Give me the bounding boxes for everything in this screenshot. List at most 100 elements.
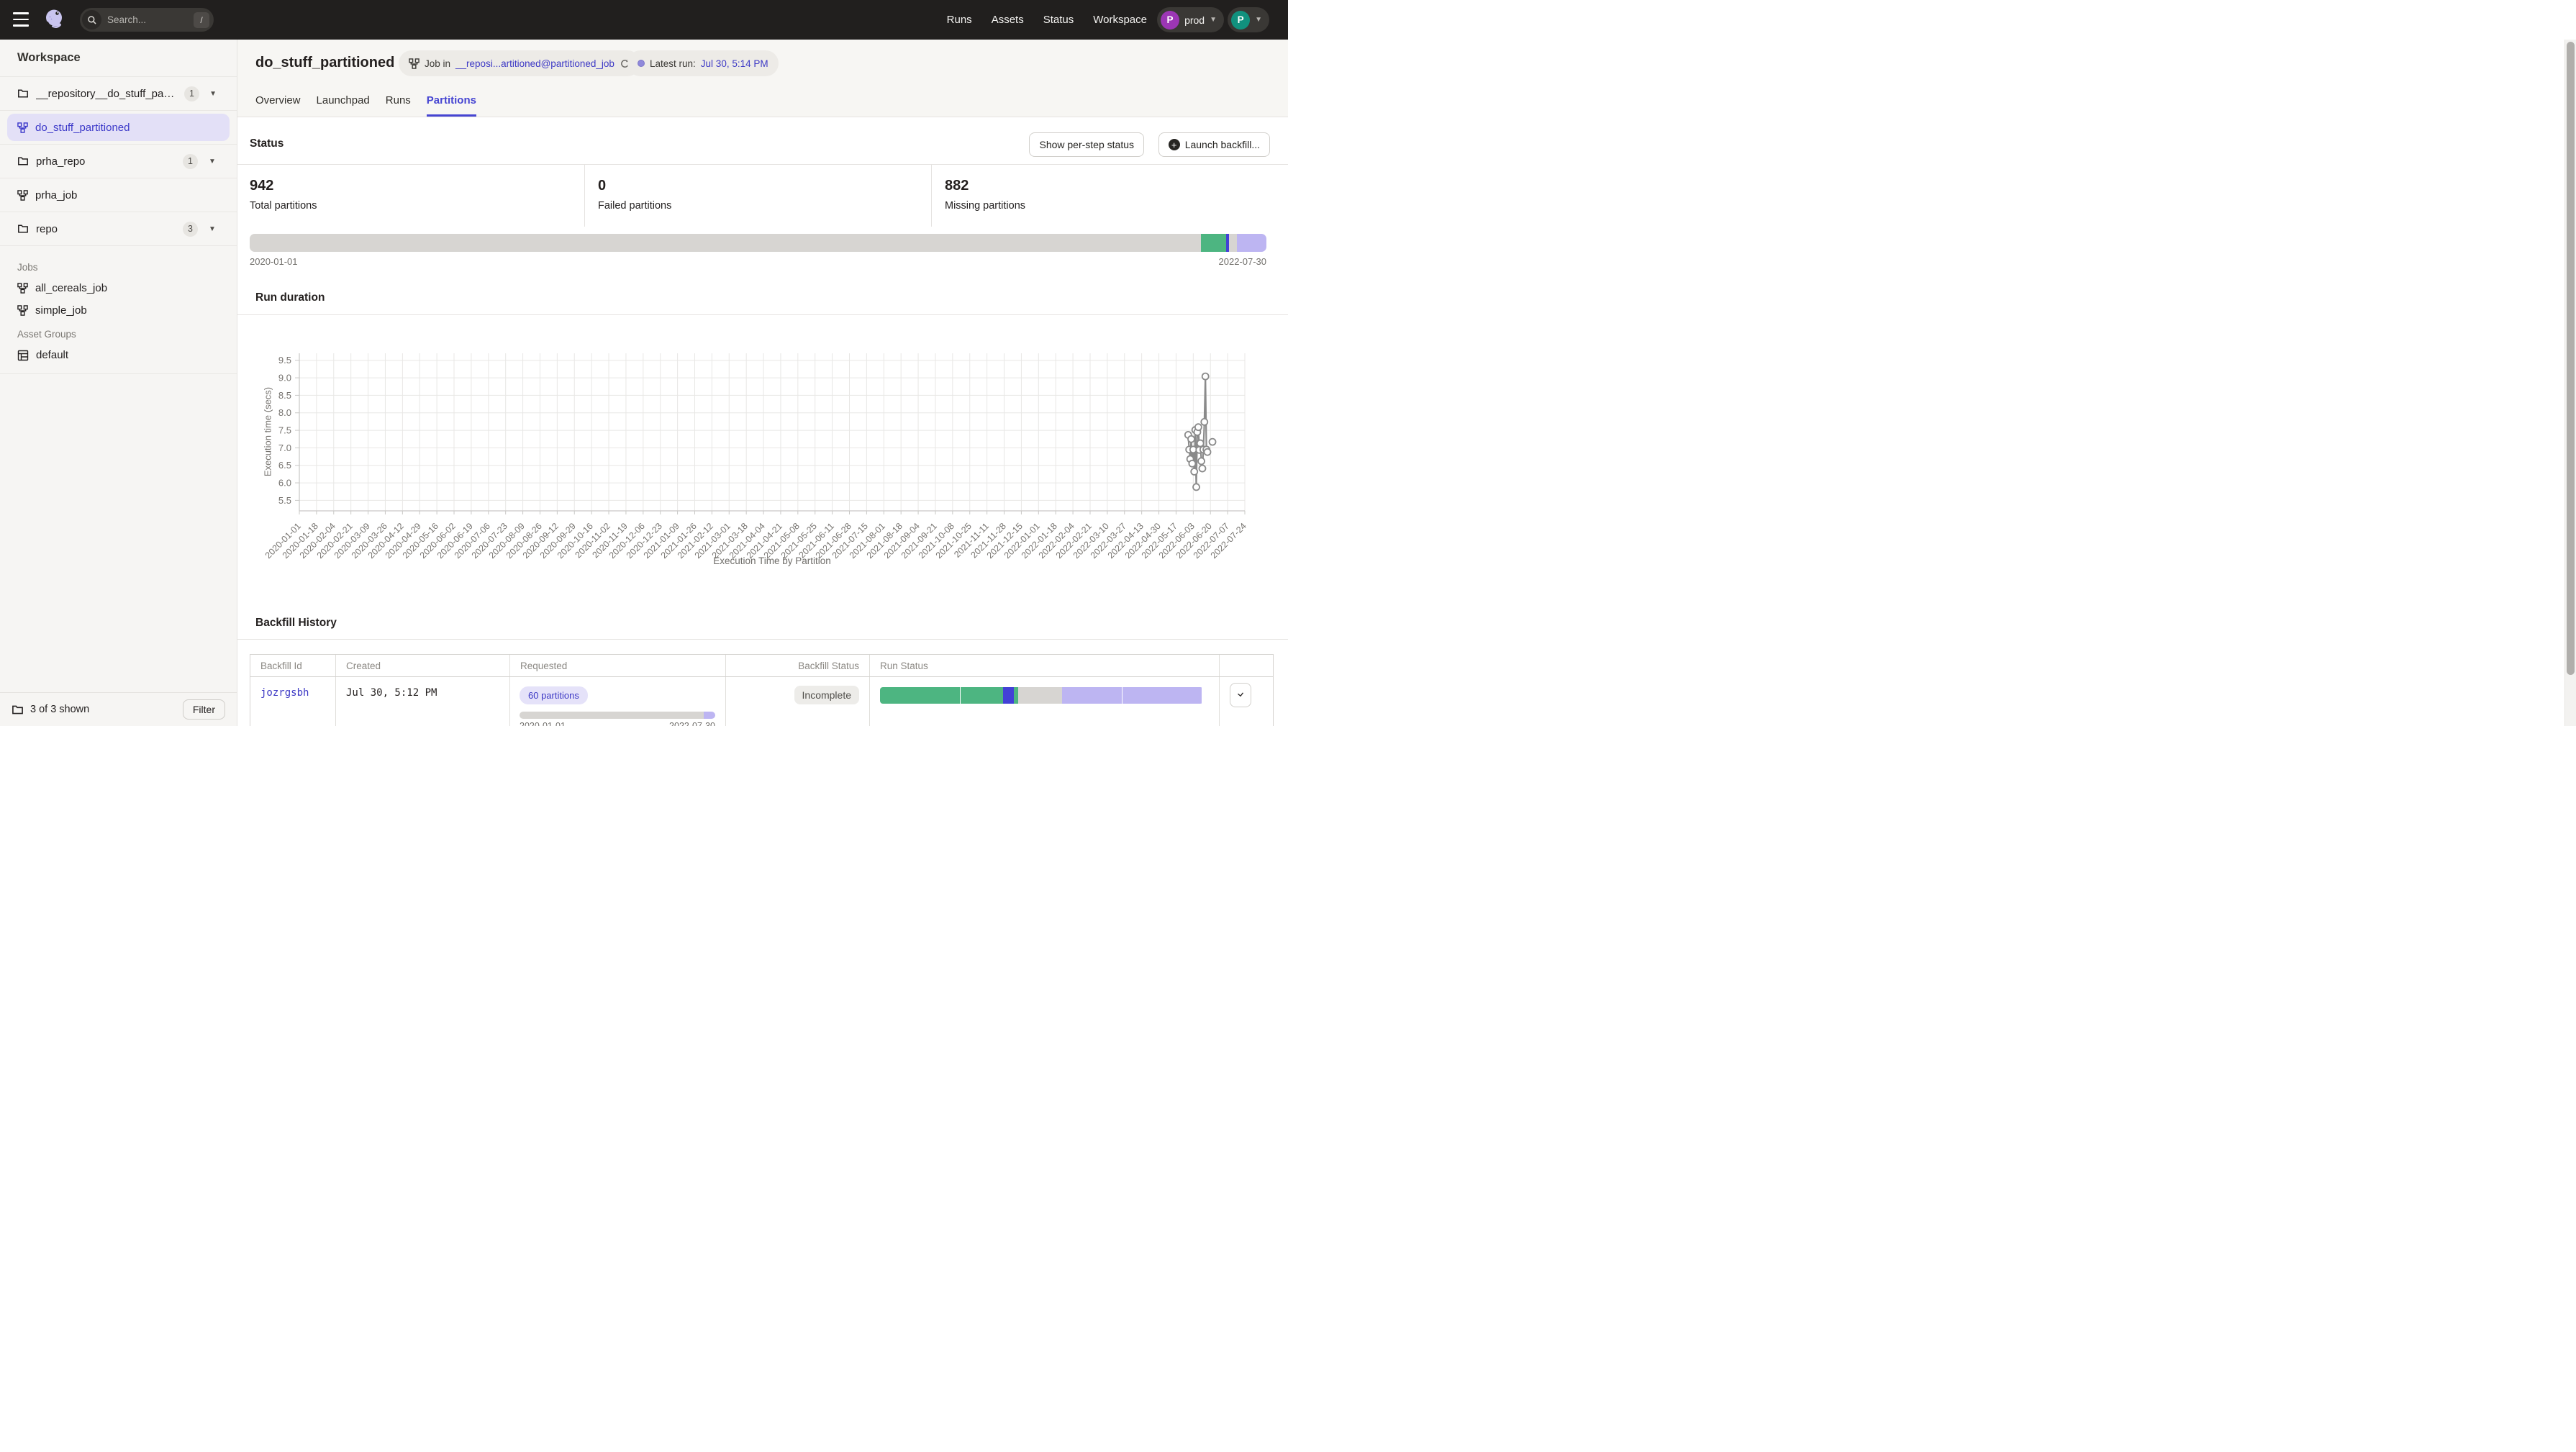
plus-icon: + — [1169, 139, 1180, 150]
sidebar-item-repository-do-stuff-partitio[interactable]: __repository__do_stuff_partitio...1▼ — [0, 77, 237, 111]
bar-segment — [1229, 234, 1237, 252]
asset-group-icon — [17, 350, 29, 361]
launch-backfill-button[interactable]: + Launch backfill... — [1158, 132, 1270, 157]
tab-launchpad[interactable]: Launchpad — [317, 88, 370, 117]
column-header-backfill-id: Backfill Id — [250, 655, 336, 676]
run-duration-title: Run duration — [255, 291, 325, 304]
backfill-id-link[interactable]: jozrgsbh — [250, 677, 336, 726]
bar-segment — [1201, 234, 1226, 252]
svg-text:8.0: 8.0 — [278, 407, 291, 418]
column-header-created: Created — [336, 655, 510, 676]
partition-bar-dates: 2020-01-01 2022-07-30 — [250, 256, 1266, 267]
bar-segment — [520, 712, 704, 719]
job-origin-link[interactable]: __reposi...artitioned@partitioned_job — [455, 58, 614, 69]
backfill-history-table: Backfill IdCreatedRequestedBackfill Stat… — [250, 654, 1274, 726]
expand-row-button[interactable] — [1230, 683, 1251, 707]
job-tabs: Overview Launchpad Runs Partitions — [255, 88, 476, 117]
top-navbar: / Runs Assets Status Workspace P prod ▼ P ▼ — [0, 0, 1288, 40]
job-icon — [17, 283, 28, 294]
sidebar-item-repo[interactable]: repo 3 ▼ — [0, 212, 237, 246]
sidebar-item-prha-job[interactable]: prha_job — [0, 178, 237, 212]
svg-text:6.5: 6.5 — [278, 460, 291, 471]
deployment-switcher[interactable]: P prod ▼ — [1157, 7, 1224, 32]
sidebar-item-inner: prha_job — [7, 181, 230, 209]
sidebar-item-label: all_cereals_job — [35, 282, 107, 294]
stat-value: 882 — [945, 178, 1288, 194]
sidebar-item-do-stuff-partitioned[interactable]: do_stuff_partitioned — [0, 111, 237, 145]
sidebar-item-label: __repository__do_stuff_partitio... — [36, 88, 177, 100]
hamburger-menu-icon[interactable] — [13, 12, 29, 27]
sidebar-item-label: prha_repo — [36, 155, 85, 168]
svg-text:7.0: 7.0 — [278, 443, 291, 453]
show-per-step-status-button[interactable]: Show per-step status — [1029, 132, 1144, 157]
page-scrollbar[interactable] — [2564, 40, 2576, 726]
sidebar-item-inner: repo 3 ▼ — [7, 215, 230, 242]
folder-icon — [17, 88, 29, 99]
repo-list: __repository__do_stuff_partitio...1▼do_s… — [0, 77, 237, 246]
chevron-down-icon[interactable]: ▼ — [205, 158, 219, 165]
sidebar-item-label: default — [36, 349, 68, 361]
chart-caption: Execution Time by Partition — [299, 555, 1245, 566]
backfill-requested-cell: 60 partitions 2020-01-01 2022-07-30 — [510, 677, 726, 726]
filter-button[interactable]: Filter — [183, 699, 225, 720]
sidebar-footer: 3 of 3 shown Filter — [0, 692, 237, 726]
tab-partitions[interactable]: Partitions — [427, 88, 476, 117]
chevron-down-icon: ▼ — [1210, 16, 1217, 24]
run-duration-chart: Execution time (secs) 5.56.06.57.07.58.0… — [237, 324, 1288, 574]
global-search[interactable]: / — [80, 8, 214, 32]
job-icon — [17, 305, 28, 316]
item-count-badge: 3 — [183, 222, 198, 237]
sidebar-item-all-cereals-job[interactable]: all_cereals_job — [0, 277, 237, 299]
dagster-logo-icon[interactable] — [43, 8, 66, 31]
run-status-dot-icon — [638, 60, 645, 67]
partition-status-bar[interactable] — [250, 234, 1266, 252]
stat-value: 942 — [250, 178, 584, 194]
chevron-down-icon[interactable]: ▼ — [205, 225, 219, 233]
job-icon — [17, 190, 28, 201]
job-origin-prefix: Job in — [425, 58, 450, 69]
latest-run-pill: Latest run: Jul 30, 5:14 PM — [627, 50, 779, 76]
partition-stats: 942Total partitions0Failed partitions882… — [237, 165, 1288, 227]
stat-value: 0 — [598, 178, 931, 194]
bar-segment — [960, 687, 1003, 704]
bar-segment — [1122, 687, 1202, 704]
folder-icon — [17, 223, 29, 235]
sidebar-item-prha-repo[interactable]: prha_repo 1 ▼ — [0, 145, 237, 178]
sidebar-sections: Jobsall_cereals_jobsimple_jobAsset Group… — [0, 246, 237, 374]
chevron-down-icon — [1235, 690, 1246, 700]
sidebar-item-default[interactable]: default — [0, 344, 237, 366]
backfill-history-title: Backfill History — [255, 617, 337, 630]
stat-label: Missing partitions — [945, 200, 1288, 212]
nav-link-status[interactable]: Status — [1043, 14, 1074, 26]
job-icon — [409, 58, 419, 69]
sidebar-item-label: repo — [36, 223, 58, 235]
search-input[interactable] — [106, 14, 172, 26]
sidebar-item-simple-job[interactable]: simple_job — [0, 299, 237, 322]
tab-runs[interactable]: Runs — [386, 88, 411, 117]
stat-failed-partitions: 0Failed partitions — [585, 165, 932, 227]
tab-overview[interactable]: Overview — [255, 88, 301, 117]
nav-link-assets[interactable]: Assets — [992, 14, 1024, 26]
latest-run-link[interactable]: Jul 30, 5:14 PM — [701, 58, 768, 69]
run-status-bar[interactable] — [880, 687, 1203, 704]
bar-segment — [1062, 687, 1122, 704]
partition-end-date: 2022-07-30 — [1219, 256, 1267, 267]
column-header-requested: Requested — [510, 655, 726, 676]
chevron-down-icon[interactable]: ▼ — [207, 90, 219, 98]
requested-partitions-badge[interactable]: 60 partitions — [520, 686, 588, 704]
nav-link-runs[interactable]: Runs — [947, 14, 972, 26]
sidebar-item-label: do_stuff_partitioned — [35, 122, 130, 134]
bar-segment — [880, 687, 960, 704]
deployment-avatar: P — [1161, 11, 1179, 30]
folder-icon — [17, 155, 29, 167]
workspace-sidebar: Workspace __repository__do_stuff_partiti… — [0, 40, 237, 726]
page-title: do_stuff_partitioned — [255, 55, 394, 71]
svg-text:9.5: 9.5 — [278, 355, 291, 366]
sidebar-item-inner: __repository__do_stuff_partitio...1▼ — [7, 80, 230, 107]
item-count-badge: 1 — [183, 154, 198, 169]
scrollbar-thumb[interactable] — [2567, 42, 2575, 675]
user-menu[interactable]: P ▼ — [1228, 7, 1269, 32]
nav-link-workspace[interactable]: Workspace — [1093, 14, 1147, 26]
backfill-status-cell: Incomplete — [726, 677, 870, 726]
latest-run-label: Latest run: — [650, 58, 696, 69]
